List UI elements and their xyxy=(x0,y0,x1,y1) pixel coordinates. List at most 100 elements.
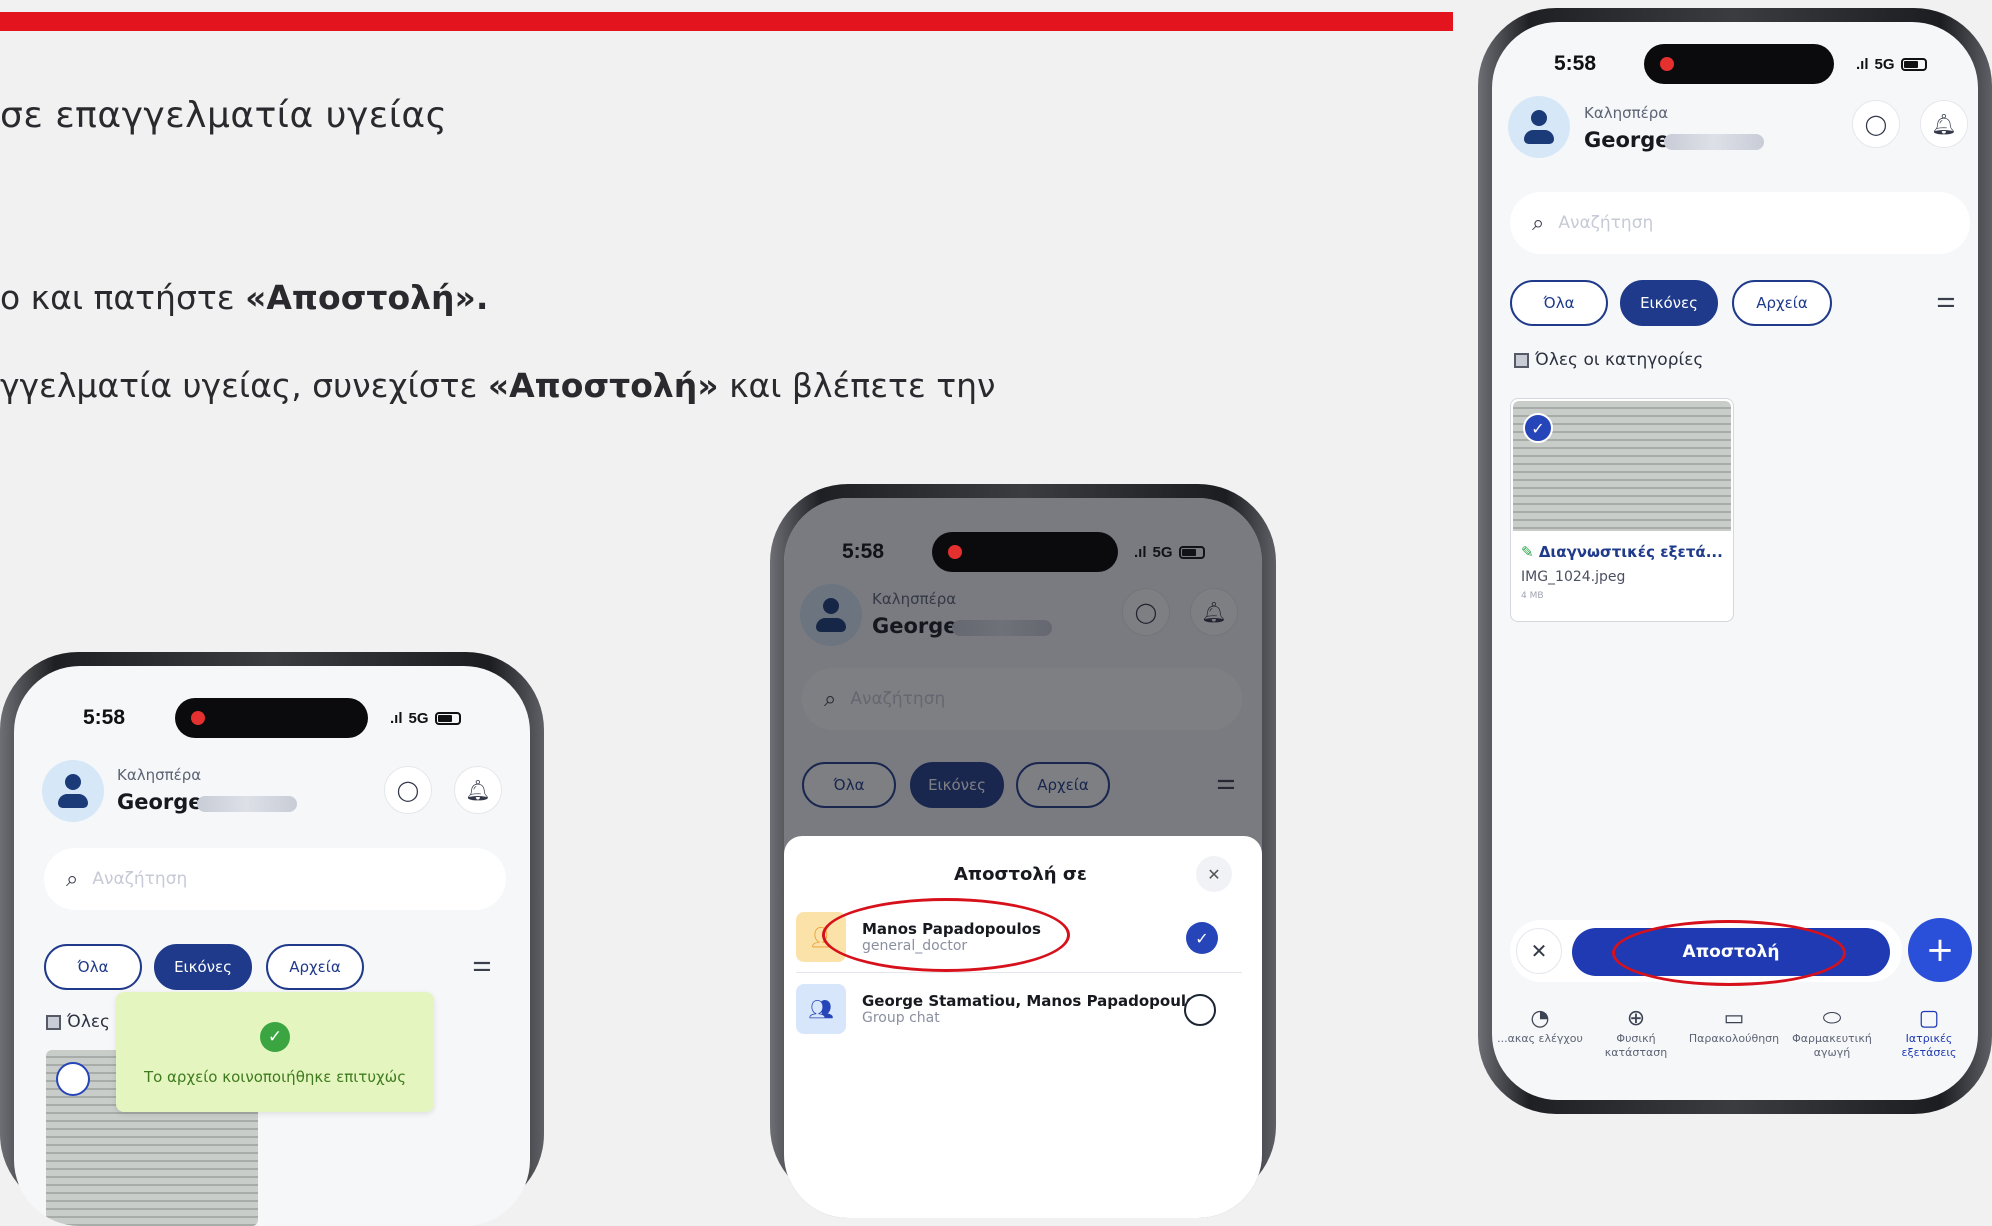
nav-medication[interactable]: ⬭ Φαρμακευτική αγωγή xyxy=(1784,1006,1880,1060)
chat-icon: ◯ xyxy=(396,778,420,802)
chat-button[interactable]: ◯ xyxy=(1852,100,1900,148)
close-icon: ✕ xyxy=(1530,939,1548,963)
filter-icon[interactable]: ⚌ xyxy=(472,952,492,977)
contact-name: George Stamatiou, Manos Papadopoulos xyxy=(862,992,1206,1010)
document-icon: ▢ xyxy=(1918,1006,1940,1031)
search-input[interactable]: ⌕ Αναζήτηση xyxy=(1510,192,1970,254)
notifications-button[interactable]: 🔔︎ xyxy=(1920,100,1968,148)
nav-label: Παρακολούθηση xyxy=(1688,1032,1780,1045)
step2-text: γγελματία υγείας, συνεχίστε xyxy=(0,366,488,405)
send-highlight-ellipse xyxy=(1612,920,1846,986)
check-icon: ✓ xyxy=(260,1022,290,1052)
notifications-button[interactable]: 🔔︎ xyxy=(454,766,502,814)
chip-files[interactable]: Αρχεία xyxy=(1732,280,1832,326)
greeting: Καλησπέρα xyxy=(117,766,202,784)
signal-icon: .ıl xyxy=(390,710,403,727)
filter-icon[interactable]: ⚌ xyxy=(1936,288,1956,313)
nav-label: ...ακας ελέγχου xyxy=(1497,1032,1583,1045)
category-filter[interactable]: Όλες xyxy=(46,1012,110,1032)
avatar[interactable] xyxy=(42,760,104,822)
add-button[interactable]: + xyxy=(1908,918,1972,982)
dumbbell-icon: ⊕ xyxy=(1626,1006,1646,1031)
cancel-selection-button[interactable]: ✕ xyxy=(1516,928,1562,974)
category-filter[interactable]: Όλες οι κατηγορίες xyxy=(1514,350,1703,370)
category-label: Όλες xyxy=(67,1012,111,1032)
contact-unselected-circle[interactable] xyxy=(1184,994,1216,1026)
phone-right-screen: 5:58 .ıl 5G Καλησπέρα George ◯ 🔔︎ ⌕ Αναζ… xyxy=(1492,22,1978,1100)
category-checkbox-icon xyxy=(46,1014,61,1030)
search-icon: ⌕ xyxy=(1532,210,1545,236)
step1-text: ο και πατήστε xyxy=(0,278,246,317)
nav-label: Ιατρικές εξετάσεις xyxy=(1901,1032,1957,1059)
network-label: 5G xyxy=(408,710,429,727)
surname-blur xyxy=(197,796,297,812)
pencil-icon: ✎ xyxy=(1521,543,1534,561)
nav-dashboard[interactable]: ◔ ...ακας ελέγχου xyxy=(1492,1006,1588,1060)
phone-middle-screen: 5:58 .ıl 5G Καλησπέρα George ◯ 🔔︎ ⌕ Αναζ… xyxy=(784,498,1262,1218)
search-icon: ⌕ xyxy=(66,866,79,892)
phone-left: 5:58 .ıl 5G Καλησπέρα George ◯ 🔔︎ ⌕ Αναζ… xyxy=(0,652,544,1226)
close-button[interactable]: ✕ xyxy=(1196,856,1232,892)
status-icons: .ıl 5G xyxy=(1856,56,1927,73)
plus-icon: + xyxy=(1925,930,1955,970)
contact-selected-check[interactable]: ✓ xyxy=(1186,922,1218,954)
chat-button[interactable]: ◯ xyxy=(384,766,432,814)
step2-bold: «Αποστολή» xyxy=(487,366,719,405)
phone-left-screen: 5:58 .ıl 5G Καλησπέρα George ◯ 🔔︎ ⌕ Αναζ… xyxy=(14,666,530,1226)
nav-medical-tests[interactable]: ▢ Ιατρικές εξετάσεις xyxy=(1880,1006,1978,1060)
chip-all[interactable]: Όλα xyxy=(1510,280,1608,326)
category-label: Όλες οι κατηγορίες xyxy=(1535,350,1704,370)
bottom-nav: ◔ ...ακας ελέγχου ⊕ Φυσική κατάσταση ▭ Π… xyxy=(1492,1006,1978,1060)
file-card[interactable]: ✓ ✎ Διαγνωστικές εξετά... IMG_1024.jpeg … xyxy=(1510,398,1734,622)
step2-suffix: και βλέπετε την xyxy=(718,366,996,405)
battery-icon xyxy=(434,712,461,725)
user-name: George xyxy=(117,790,203,814)
contact-row-group[interactable]: 👥︎ George Stamatiou, Manos Papadopoulos … xyxy=(796,984,1236,1034)
file-size: 4 MB xyxy=(1521,591,1544,601)
instruction-step-1: ο και πατήστε «Αποστολή». xyxy=(0,278,488,317)
nav-label: Φαρμακευτική αγωγή xyxy=(1792,1032,1872,1059)
chip-files[interactable]: Αρχεία xyxy=(266,944,364,990)
monitor-icon: ▭ xyxy=(1723,1006,1745,1031)
chip-all[interactable]: Όλα xyxy=(44,944,142,990)
select-image-circle[interactable] xyxy=(56,1062,90,1096)
pill-icon: ⬭ xyxy=(1822,1006,1842,1031)
nav-monitoring[interactable]: ▭ Παρακολούθηση xyxy=(1684,1006,1784,1060)
divider xyxy=(796,972,1242,973)
nav-fitness[interactable]: ⊕ Φυσική κατάσταση xyxy=(1588,1006,1684,1060)
chat-icon: ◯ xyxy=(1864,112,1888,136)
dynamic-island xyxy=(175,698,368,738)
contact-role: Group chat xyxy=(862,1010,940,1026)
signal-icon: .ıl xyxy=(1856,56,1869,73)
red-header-bar xyxy=(0,12,1453,31)
phone-middle: 5:58 .ıl 5G Καλησπέρα George ◯ 🔔︎ ⌕ Αναζ… xyxy=(770,484,1276,1218)
toast-message: Το αρχείο κοινοποιήθηκε επιτυχώς xyxy=(143,1068,407,1086)
file-title: ✎ Διαγνωστικές εξετά... xyxy=(1521,543,1723,561)
file-name: IMG_1024.jpeg xyxy=(1521,569,1626,585)
selected-check-icon[interactable]: ✓ xyxy=(1523,413,1553,443)
greeting: Καλησπέρα xyxy=(1584,104,1669,122)
gauge-icon: ◔ xyxy=(1530,1006,1550,1031)
nav-label: Φυσική κατάσταση xyxy=(1604,1032,1668,1059)
file-title-text: Διαγνωστικές εξετά... xyxy=(1538,543,1723,561)
bell-icon: 🔔︎ xyxy=(465,778,491,802)
search-input[interactable]: ⌕ Αναζήτηση xyxy=(44,848,506,910)
surname-blur xyxy=(1664,134,1764,150)
battery-icon xyxy=(1900,58,1927,71)
status-icons: .ıl 5G xyxy=(390,710,461,727)
phone-right: 5:58 .ıl 5G Καλησπέρα George ◯ 🔔︎ ⌕ Αναζ… xyxy=(1478,8,1992,1114)
status-time: 5:58 xyxy=(83,706,126,729)
status-time: 5:58 xyxy=(1554,52,1597,75)
dynamic-island xyxy=(932,532,1118,572)
search-placeholder: Αναζήτηση xyxy=(1558,213,1654,233)
instruction-heading: σε επαγγελματία υγείας xyxy=(0,95,448,136)
chip-images[interactable]: Εικόνες xyxy=(1620,280,1718,326)
step1-bold: «Αποστολή». xyxy=(245,278,489,317)
chip-images[interactable]: Εικόνες xyxy=(154,944,252,990)
dynamic-island xyxy=(1644,44,1834,84)
avatar[interactable] xyxy=(1508,96,1570,158)
bell-icon: 🔔︎ xyxy=(1931,112,1957,136)
success-toast: ✓ Το αρχείο κοινοποιήθηκε επιτυχώς xyxy=(116,992,434,1112)
group-icon: 👥︎ xyxy=(796,984,846,1034)
category-checkbox-icon xyxy=(1514,352,1529,368)
